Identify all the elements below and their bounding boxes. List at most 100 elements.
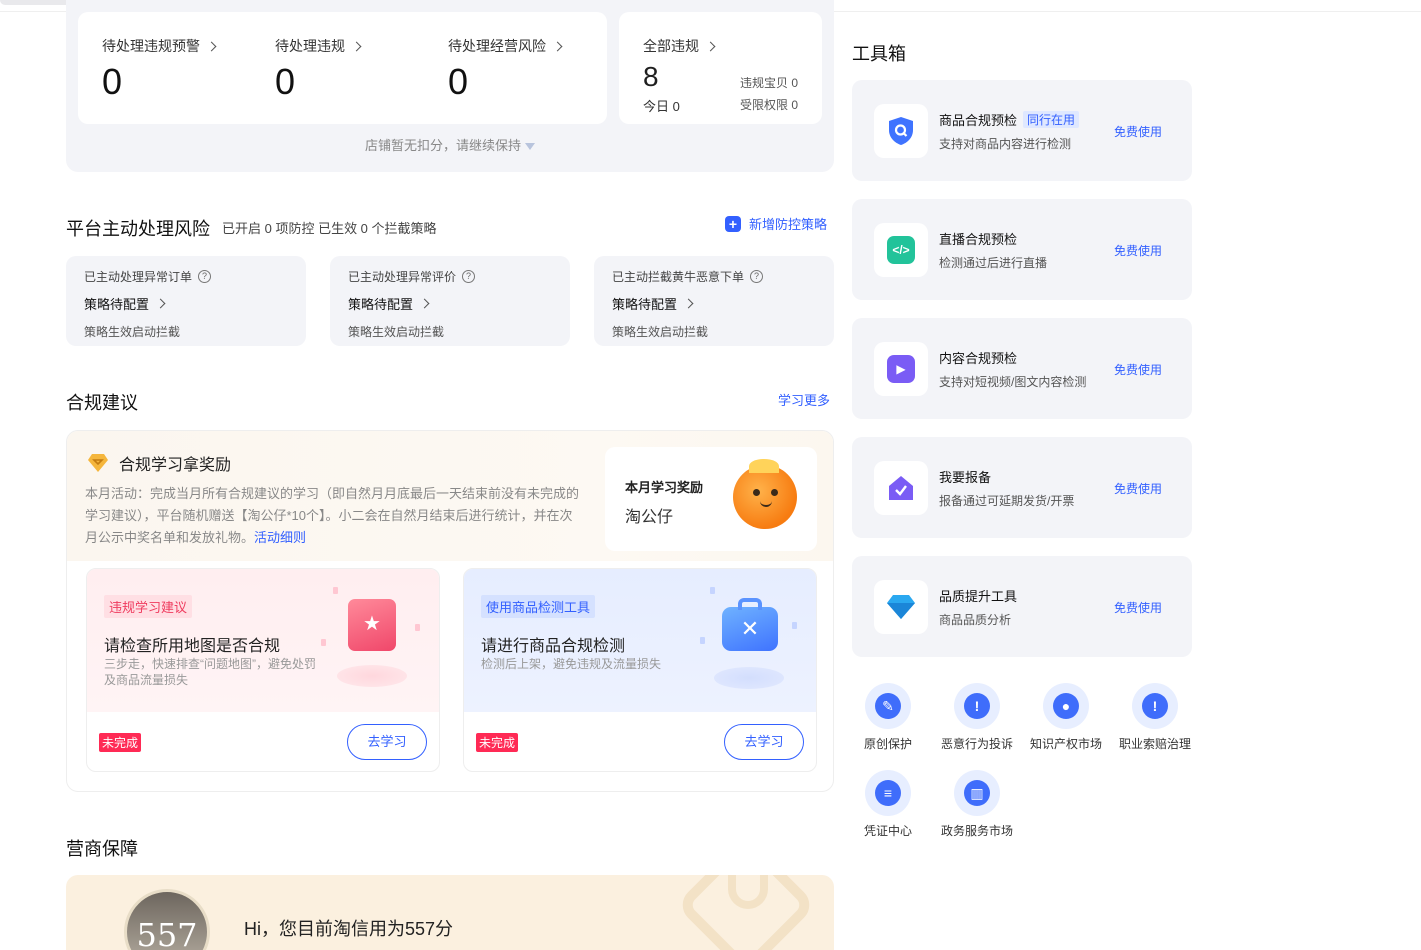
pen-icon: ✎ bbox=[875, 693, 901, 719]
pending-violation-count: 0 bbox=[275, 61, 296, 102]
mascot-hat bbox=[749, 459, 779, 473]
task-card-map-check: 违规学习建议 请检查所用地图是否合规 三步走，快速排查“问题地图”，避免处罚及商… bbox=[86, 568, 440, 772]
video-icon: ▶ bbox=[874, 342, 928, 396]
task-status-badge: 未完成 bbox=[476, 733, 519, 752]
suggestion-section-title: 合规建议 bbox=[66, 393, 138, 413]
add-strategy-label: 新增防控策略 bbox=[749, 217, 828, 232]
tool-badge: 同行在用 bbox=[1023, 111, 1080, 128]
book-star-icon: ★ bbox=[348, 599, 396, 651]
suggestion-panel: 合规学习拿奖励 本月活动：完成当月所有合规建议的学习（即自然月月底最后一天结束前… bbox=[66, 430, 834, 792]
sparkle-shape bbox=[700, 637, 705, 644]
reward-card-prize: 淘公仔 bbox=[625, 509, 674, 526]
deduction-note[interactable]: 店铺暂无扣分，请继续保持 bbox=[66, 135, 834, 154]
pending-violation[interactable]: 待处理违规 0 bbox=[275, 36, 362, 102]
quick-government-market[interactable]: ▥ 政务服务市场 bbox=[932, 770, 1022, 839]
tool-desc: 支持对短视频/图文内容检测 bbox=[939, 375, 1087, 389]
sparkle-shape bbox=[333, 587, 338, 594]
free-use-link[interactable]: 免费使用 bbox=[1114, 123, 1162, 140]
risk-card-abnormal-reviews: 已主动处理异常评价? 策略待配置 策略生效启动拦截 bbox=[330, 256, 570, 346]
quick-professional-claims[interactable]: ! 职业索赔治理 bbox=[1110, 683, 1200, 752]
sparkle-shape bbox=[321, 639, 326, 646]
tool-report-filing[interactable]: 我要报备 报备通过可延期发货/开票 免费使用 bbox=[852, 437, 1192, 538]
all-violations-card[interactable]: 全部违规 8 今日 0 违规宝贝 0 受限权限 0 bbox=[619, 12, 822, 124]
task-heading: 请进行商品合规检测 bbox=[481, 638, 626, 655]
building-icon: ▥ bbox=[964, 780, 990, 806]
tools-icon: ✕ bbox=[740, 616, 760, 641]
go-learn-button[interactable]: 去学习 bbox=[347, 724, 427, 760]
quick-ip-market[interactable]: ● 知识产权市场 bbox=[1021, 683, 1111, 752]
mascot-image bbox=[733, 459, 797, 529]
quick-original-protection[interactable]: ✎ 原创保护 bbox=[843, 683, 933, 752]
risk-card-sub: 策略生效启动拦截 bbox=[348, 325, 445, 339]
risk-card-status: 策略待配置 bbox=[612, 297, 678, 312]
free-use-link[interactable]: 免费使用 bbox=[1114, 480, 1162, 497]
risk-card-status: 策略待配置 bbox=[84, 297, 150, 312]
configure-strategy-link[interactable]: 策略待配置 bbox=[84, 294, 166, 313]
tool-name: 品质提升工具 bbox=[939, 589, 1018, 604]
chevron-right-icon bbox=[419, 298, 430, 309]
tool-product-precheck[interactable]: 商品合规预检 同行在用 支持对商品内容进行检测 免费使用 bbox=[852, 80, 1192, 181]
quick-label: 职业索赔治理 bbox=[1118, 737, 1191, 751]
pedestal-shape bbox=[337, 665, 407, 687]
free-use-link[interactable]: 免费使用 bbox=[1114, 599, 1162, 616]
go-learn-button[interactable]: 去学习 bbox=[724, 724, 804, 760]
free-use-link[interactable]: 免费使用 bbox=[1114, 361, 1162, 378]
diamond-icon bbox=[874, 580, 928, 634]
today-count: 今日 0 bbox=[643, 99, 680, 114]
toolkit-icon: ✕ bbox=[722, 598, 778, 651]
reward-banner: 合规学习拿奖励 本月活动：完成当月所有合规建议的学习（即自然月月底最后一天结束前… bbox=[67, 431, 833, 561]
tool-name: 内容合规预检 bbox=[939, 351, 1018, 366]
help-icon[interactable]: ? bbox=[462, 270, 476, 283]
toolbox-title: 工具箱 bbox=[852, 44, 906, 64]
reward-title: 合规学习拿奖励 bbox=[119, 457, 232, 474]
risk-card-status: 策略待配置 bbox=[348, 297, 414, 312]
alert-icon: ! bbox=[1142, 693, 1168, 719]
credit-score-banner: 557 Hi，您目前淘信用为557分 bbox=[66, 875, 834, 950]
tool-content-precheck[interactable]: ▶ 内容合规预检 支持对短视频/图文内容检测 免费使用 bbox=[852, 318, 1192, 419]
deduction-note-text: 店铺暂无扣分，请继续保持 bbox=[364, 138, 521, 153]
task-heading: 请检查所用地图是否合规 bbox=[104, 638, 281, 655]
configure-strategy-link[interactable]: 策略待配置 bbox=[612, 294, 694, 313]
quick-voucher-center[interactable]: ≡ 凭证中心 bbox=[843, 770, 933, 839]
restricted-permissions-count: 受限权限 0 bbox=[739, 98, 798, 112]
task-card-header: 使用商品检测工具 请进行商品合规检测 检测后上架，避免违规及流量损失 ✕ bbox=[464, 569, 816, 712]
toolkit-handle bbox=[738, 598, 762, 610]
task-card-product-check: 使用商品检测工具 请进行商品合规检测 检测后上架，避免违规及流量损失 ✕ 未完成… bbox=[463, 568, 817, 772]
tool-desc: 检测通过后进行直播 bbox=[939, 256, 1048, 270]
risk-card-title: 已主动拦截黄牛恶意下单 bbox=[612, 270, 745, 284]
risk-card-title: 已主动处理异常评价 bbox=[348, 270, 457, 284]
tool-desc: 支持对商品内容进行检测 bbox=[939, 137, 1072, 151]
pending-risk-label: 待处理经营风险 bbox=[448, 38, 546, 54]
pending-violation-warning[interactable]: 待处理违规预警 0 bbox=[102, 36, 217, 102]
add-strategy-link[interactable]: + 新增防控策略 bbox=[725, 214, 827, 233]
tool-quality-improve[interactable]: 品质提升工具 商品品质分析 免费使用 bbox=[852, 556, 1192, 657]
learn-more-link[interactable]: 学习更多 bbox=[778, 390, 830, 409]
alert-icon: ! bbox=[964, 693, 990, 719]
risk-section-subtitle: 已开启 0 项防控 已生效 0 个拦截策略 bbox=[222, 221, 437, 236]
sparkle-shape bbox=[710, 587, 715, 594]
tool-live-precheck[interactable]: </> 直播合规预检 检测通过后进行直播 免费使用 bbox=[852, 199, 1192, 300]
chevron-right-icon bbox=[552, 41, 563, 51]
star-icon: ★ bbox=[363, 613, 381, 635]
risk-card-title: 已主动处理异常订单 bbox=[84, 270, 193, 284]
help-icon[interactable]: ? bbox=[750, 270, 764, 283]
bulb-icon: ● bbox=[1053, 693, 1079, 719]
task-card-header: 违规学习建议 请检查所用地图是否合规 三步走，快速排查“问题地图”，避免处罚及商… bbox=[87, 569, 439, 712]
help-icon[interactable]: ? bbox=[198, 270, 212, 283]
pending-business-risk[interactable]: 待处理经营风险 0 bbox=[448, 36, 563, 100]
quick-label: 恶意行为投诉 bbox=[940, 737, 1013, 751]
house-check-icon bbox=[874, 461, 928, 515]
configure-strategy-link[interactable]: 策略待配置 bbox=[348, 294, 430, 313]
quick-malicious-complaint[interactable]: ! 恶意行为投诉 bbox=[932, 683, 1022, 752]
activity-rules-link[interactable]: 活动细则 bbox=[254, 530, 306, 545]
credit-score-value: 557 bbox=[136, 916, 198, 950]
reward-description: 本月活动：完成当月所有合规建议的学习（即自然月月底最后一天结束前没有未完成的学习… bbox=[85, 483, 585, 549]
free-use-link[interactable]: 免费使用 bbox=[1114, 242, 1162, 259]
pending-warning-count: 0 bbox=[102, 61, 123, 102]
chevron-right-icon bbox=[351, 41, 362, 51]
monthly-reward-card: 本月学习奖励 淘公仔 bbox=[605, 447, 817, 551]
credit-score-text: Hi，您目前淘信用为557分 bbox=[244, 919, 454, 939]
risk-card-sub: 策略生效启动拦截 bbox=[84, 325, 181, 339]
quick-label: 政务服务市场 bbox=[940, 824, 1013, 838]
all-violations-count: 8 bbox=[643, 61, 659, 92]
